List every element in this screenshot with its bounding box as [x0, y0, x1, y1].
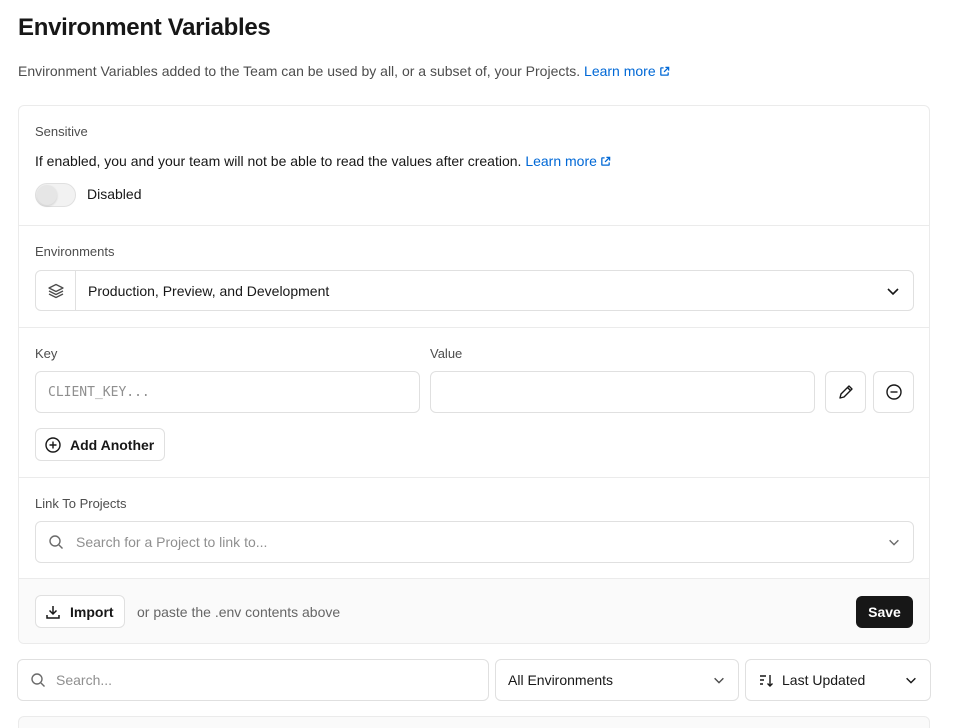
sensitive-toggle-state: Disabled: [87, 186, 142, 202]
environment-filter-value: All Environments: [508, 672, 614, 688]
link-projects-section: Link To Projects Search for a Project to…: [19, 478, 929, 579]
sort-value: Last Updated: [782, 672, 866, 688]
chevron-down-icon: [906, 677, 916, 684]
sort-select[interactable]: Last Updated: [745, 659, 931, 701]
learn-more-label: Learn more: [584, 63, 656, 79]
plus-circle-icon: [45, 436, 61, 453]
key-label: Key: [35, 346, 58, 361]
sensitive-learn-more-link[interactable]: Learn more: [525, 153, 611, 169]
edit-value-button[interactable]: [825, 371, 866, 413]
page: Environment Variables Environment Variab…: [0, 0, 972, 728]
external-link-icon: [601, 156, 611, 166]
minus-circle-icon: [885, 384, 902, 400]
layers-icon-cell: [36, 271, 76, 310]
sensitive-toggle[interactable]: [35, 183, 76, 207]
sensitive-section: Sensitive If enabled, you and your team …: [19, 106, 929, 226]
sensitive-description-text: If enabled, you and your team will not b…: [35, 153, 522, 169]
add-another-label: Add Another: [70, 436, 155, 453]
layers-icon: [47, 283, 64, 298]
sort-icon: [760, 675, 773, 687]
add-variable-form: Sensitive If enabled, you and your team …: [18, 105, 930, 644]
page-description-text: Environment Variables added to the Team …: [18, 63, 581, 79]
environments-section: Environments Production, Preview, and De…: [19, 226, 929, 328]
sensitive-learn-more-label: Learn more: [525, 153, 597, 169]
key-value-section: Key Value Add Another: [19, 328, 929, 478]
key-input[interactable]: [35, 371, 420, 413]
project-search-placeholder: Search for a Project to link to...: [76, 534, 268, 550]
value-input[interactable]: [430, 371, 815, 413]
toggle-knob: [37, 185, 57, 205]
add-another-button[interactable]: Add Another: [35, 428, 165, 461]
sensitive-description: If enabled, you and your team will not b…: [35, 153, 611, 169]
variables-list: [18, 716, 930, 728]
chevron-down-icon: [889, 539, 899, 546]
learn-more-link[interactable]: Learn more: [584, 63, 670, 79]
import-button[interactable]: Import: [35, 595, 125, 628]
environment-filter-select[interactable]: All Environments: [495, 659, 739, 701]
search-icon: [31, 673, 45, 687]
page-title: Environment Variables: [18, 14, 271, 41]
environments-label: Environments: [35, 244, 115, 259]
paste-hint: or paste the .env contents above: [137, 604, 341, 620]
pencil-icon: [838, 385, 853, 399]
chevron-down-icon: [887, 288, 899, 296]
form-footer: Import or paste the .env contents above …: [19, 579, 929, 643]
environments-select[interactable]: Production, Preview, and Development: [35, 270, 914, 311]
remove-row-button[interactable]: [873, 371, 914, 413]
import-label: Import: [70, 603, 114, 620]
chevron-down-icon: [714, 677, 724, 684]
external-link-icon: [659, 66, 669, 76]
environments-selected-value: Production, Preview, and Development: [88, 283, 330, 299]
variables-search-input[interactable]: [56, 661, 476, 699]
variables-search[interactable]: [17, 659, 489, 701]
download-icon: [46, 605, 60, 619]
search-icon: [49, 535, 63, 549]
sensitive-label: Sensitive: [35, 124, 88, 139]
page-description: Environment Variables added to the Team …: [18, 63, 670, 79]
project-search-select[interactable]: Search for a Project to link to...: [35, 521, 914, 563]
save-button[interactable]: Save: [856, 596, 913, 628]
link-projects-label: Link To Projects: [35, 496, 127, 511]
value-label: Value: [430, 346, 463, 361]
